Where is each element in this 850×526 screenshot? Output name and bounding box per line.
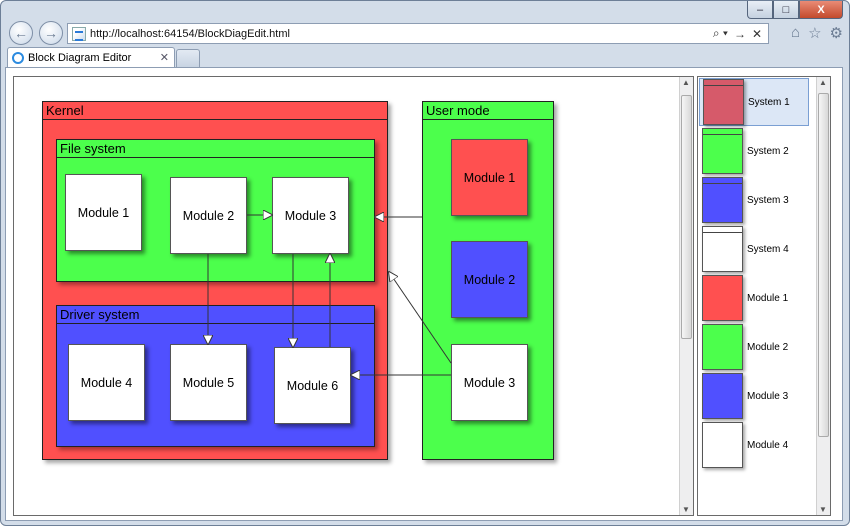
scroll-thumb[interactable]	[818, 93, 829, 437]
module-driver-5[interactable]: Module 5	[170, 344, 247, 421]
address-bar[interactable]: http://localhost:64154/BlockDiagEdit.htm…	[67, 23, 769, 44]
module-fs-3[interactable]: Module 3	[272, 177, 349, 254]
diagram-canvas[interactable]: Kernel File system Driver system User mo…	[13, 76, 694, 516]
palette-swatch	[702, 177, 743, 223]
palette-swatch	[702, 422, 743, 468]
palette-item-system-2[interactable]: System 2	[699, 127, 809, 175]
scroll-thumb[interactable]	[681, 95, 692, 339]
home-icon[interactable]: ⌂	[791, 24, 800, 42]
palette-swatch	[702, 275, 743, 321]
palette-item-system-1[interactable]: System 1	[699, 78, 809, 126]
palette-label: Module 4	[747, 439, 789, 451]
palette-item-module-2[interactable]: Module 2	[699, 323, 809, 371]
scroll-down-icon[interactable]: ▼	[682, 505, 690, 514]
ie-icon	[12, 51, 24, 64]
module-fs-1[interactable]: Module 1	[65, 174, 142, 251]
module-driver-4[interactable]: Module 4	[68, 344, 145, 421]
favorites-icon[interactable]: ☆	[808, 24, 821, 42]
close-button[interactable]: X	[799, 1, 843, 19]
group-title: User mode	[423, 102, 553, 120]
arrow-right-icon: →	[44, 25, 58, 41]
palette-item-module-3[interactable]: Module 3	[699, 372, 809, 420]
new-tab-button[interactable]	[176, 49, 200, 67]
forward-button[interactable]: →	[39, 21, 63, 45]
palette-swatch	[702, 128, 743, 174]
swatch-title-bar	[703, 183, 742, 184]
palette-swatch	[702, 373, 743, 419]
group-title: Driver system	[57, 306, 374, 324]
swatch-title-bar	[703, 134, 742, 135]
browser-window: – □ X ← → http://localhost:64154/BlockDi…	[0, 0, 850, 526]
palette-item-module-4[interactable]: Module 4	[699, 421, 809, 469]
tab-close-icon[interactable]: ✕	[160, 51, 169, 64]
arrow-left-icon: ←	[14, 25, 28, 41]
page-icon	[72, 26, 86, 41]
palette-swatch	[702, 226, 743, 272]
palette-label: System 3	[747, 194, 789, 206]
palette-item-system-3[interactable]: System 3	[699, 176, 809, 224]
swatch-title-bar	[704, 85, 743, 86]
scroll-down-icon[interactable]: ▼	[819, 505, 827, 514]
palette-label: Module 3	[747, 390, 789, 402]
go-icon[interactable]: →	[734, 27, 746, 41]
module-user-3[interactable]: Module 3	[451, 344, 528, 421]
maximize-button[interactable]: □	[773, 1, 799, 19]
module-user-1[interactable]: Module 1	[451, 139, 528, 216]
palette-scrollbar[interactable]: ▲ ▼	[816, 77, 830, 515]
palette-label: System 4	[747, 243, 789, 255]
search-icon[interactable]: ⌕ ▾	[713, 26, 728, 41]
scroll-up-icon[interactable]: ▲	[819, 78, 827, 87]
tab-title: Block Diagram Editor	[28, 51, 132, 64]
module-fs-2[interactable]: Module 2	[170, 177, 247, 254]
window-controls: – □ X	[747, 1, 843, 19]
back-button[interactable]: ←	[9, 21, 33, 45]
url-text[interactable]: http://localhost:64154/BlockDiagEdit.htm…	[90, 28, 290, 40]
browser-tools: ⌂ ☆ ⚙	[791, 24, 843, 42]
palette-label: Module 1	[747, 292, 789, 304]
shape-palette: ▲ ▼ System 1 System 2 System 3 System 4 Modu…	[697, 76, 831, 516]
navigation-bar: ← → http://localhost:64154/BlockDiagEdit…	[1, 19, 849, 47]
palette-item-system-4[interactable]: System 4	[699, 225, 809, 273]
tab-block-diagram-editor[interactable]: Block Diagram Editor ✕	[7, 47, 175, 67]
group-title: File system	[57, 140, 374, 158]
palette-label: System 1	[748, 96, 790, 108]
address-tools: ⌕ ▾ → ✕	[713, 26, 768, 41]
palette-label: Module 2	[747, 341, 789, 353]
group-title: Kernel	[43, 102, 387, 120]
settings-icon[interactable]: ⚙	[830, 24, 843, 42]
palette-swatch	[703, 79, 744, 125]
minimize-button[interactable]: –	[747, 1, 773, 19]
palette-swatch	[702, 324, 743, 370]
canvas-scrollbar[interactable]: ▲ ▼	[679, 77, 693, 515]
page-content: Kernel File system Driver system User mo…	[5, 67, 843, 521]
module-driver-6[interactable]: Module 6	[274, 347, 351, 424]
stop-icon[interactable]: ✕	[752, 27, 762, 41]
module-user-2[interactable]: Module 2	[451, 241, 528, 318]
tab-strip: Block Diagram Editor ✕	[1, 47, 849, 67]
swatch-title-bar	[703, 232, 742, 233]
scroll-up-icon[interactable]: ▲	[682, 78, 690, 87]
palette-label: System 2	[747, 145, 789, 157]
palette-item-module-1[interactable]: Module 1	[699, 274, 809, 322]
